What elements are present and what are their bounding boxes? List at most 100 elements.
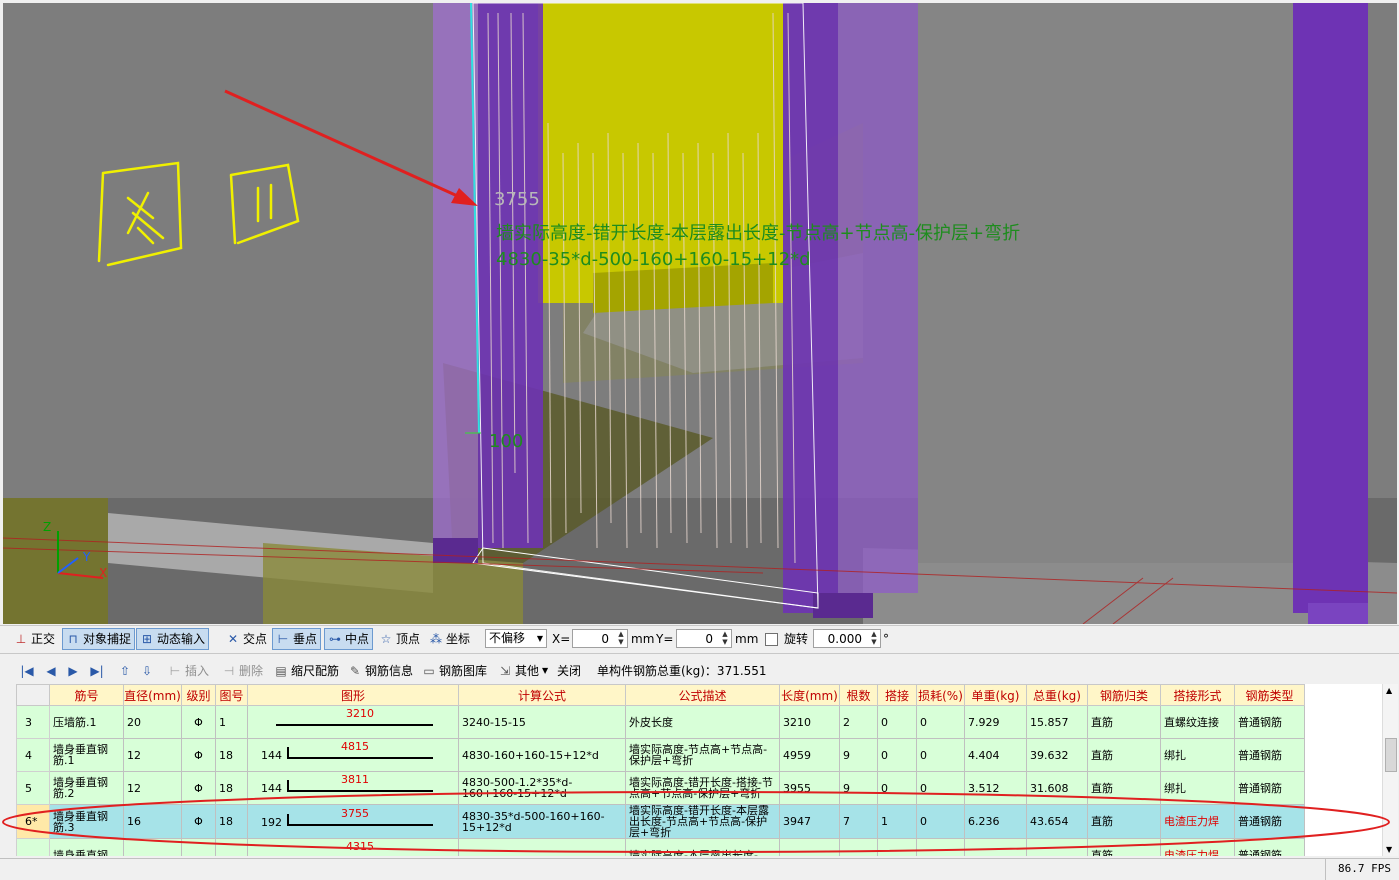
- column-header[interactable]: 直径(mm): [123, 684, 182, 706]
- column-header[interactable]: 钢筋归类: [1087, 684, 1161, 706]
- next-record-button[interactable]: ▶: [66, 661, 80, 681]
- shape-cell[interactable]: 3210: [247, 705, 459, 739]
- shape-length-value: 3210: [346, 707, 374, 720]
- midpoint-button[interactable]: ⊶ 中点: [324, 628, 374, 650]
- delete-button[interactable]: ⊣ 删除: [222, 661, 263, 681]
- coordinate-button[interactable]: ⁂ 坐标: [429, 629, 470, 649]
- rebar-grid-toolbar: |◀ ◀ ▶ ▶| ⇧ ⇩ ⊢ 插入 ⊣ 删除 ▤ 缩尺配筋 ✎ 钢筋信息 ▭ 钢筋图库 …: [0, 658, 1399, 684]
- rebar-type-cell[interactable]: 普通钢筋: [1234, 738, 1305, 772]
- column-header[interactable]: 搭接形式: [1160, 684, 1235, 706]
- rebar-library-button[interactable]: ▭ 钢筋图库: [422, 661, 487, 681]
- perpendicular-label: 垂点: [293, 632, 318, 646]
- ortho-button[interactable]: ⊥ 正交: [14, 629, 55, 649]
- count-cell[interactable]: 2: [839, 705, 878, 739]
- formula-description-cell[interactable]: 外皮长度: [625, 705, 780, 739]
- move-down-button[interactable]: ⇩: [140, 661, 154, 681]
- scale-rebar-button[interactable]: ▤ 缩尺配筋: [274, 661, 339, 681]
- count-cell[interactable]: 9: [839, 738, 878, 772]
- rebar-name-cell[interactable]: 压墙筋.1: [49, 705, 124, 739]
- lap-cell[interactable]: 0: [877, 705, 917, 739]
- lap-type-cell[interactable]: 直螺纹连接: [1160, 705, 1235, 739]
- figure-number-cell[interactable]: 18: [215, 738, 248, 772]
- unit-weight-cell[interactable]: 7.929: [964, 705, 1027, 739]
- column-header[interactable]: 损耗(%): [916, 684, 965, 706]
- close-label: 关闭: [557, 664, 582, 678]
- intersection-button[interactable]: ✕ 交点: [226, 629, 267, 649]
- scroll-up-icon[interactable]: ▲: [1386, 686, 1392, 695]
- shape-line: [287, 757, 433, 759]
- column-header[interactable]: 计算公式: [458, 684, 626, 706]
- loss-cell[interactable]: 0: [916, 705, 965, 739]
- figure-number-cell[interactable]: 1: [215, 705, 248, 739]
- column-header[interactable]: 筋号: [49, 684, 124, 706]
- rebar-name-cell[interactable]: 墙身垂直钢筋.1: [49, 738, 124, 772]
- offset-select[interactable]: 不偏移 ▼: [485, 629, 547, 648]
- table-row[interactable]: 3 压墙筋.1 20 Φ 1 3210 3240-15-15 外皮长度 3210 2 0 0 7.929…: [16, 705, 1305, 739]
- table-row[interactable]: 4 墙身垂直钢筋.1 12 Φ 18 144 4815 4830-160+160-15+12*…: [16, 738, 1305, 772]
- column-header[interactable]: 钢筋类型: [1234, 684, 1305, 706]
- scroll-thumb[interactable]: [1385, 738, 1397, 772]
- formula-cell[interactable]: 3240-15-15: [458, 705, 626, 739]
- x-coordinate-input[interactable]: 0 ▲ ▼: [572, 629, 628, 648]
- total-weight-cell[interactable]: 39.632: [1026, 738, 1088, 772]
- column-header[interactable]: 图形: [247, 684, 459, 706]
- rotate-angle-input[interactable]: 0.000 ▲ ▼: [813, 629, 881, 648]
- perpendicular-button[interactable]: ⊢ 垂点: [272, 628, 322, 650]
- column-header[interactable]: 公式描述: [625, 684, 780, 706]
- rebar-info-button[interactable]: ✎ 钢筋信息: [348, 661, 413, 681]
- formula-cell[interactable]: 4830-160+160-15+12*d: [458, 738, 626, 772]
- last-record-button[interactable]: ▶|: [90, 661, 104, 681]
- object-snap-button[interactable]: ⊓ 对象捕捉: [62, 628, 136, 650]
- diameter-cell[interactable]: 12: [123, 738, 182, 772]
- axis-y-label: Y: [83, 550, 91, 564]
- other-menu-button[interactable]: ⇲ 其他 ▼: [498, 661, 548, 681]
- lap-cell[interactable]: 0: [877, 738, 917, 772]
- length-cell[interactable]: 3210: [779, 705, 840, 739]
- grade-cell[interactable]: Φ: [181, 705, 216, 739]
- shape-length-value: 4815: [341, 740, 369, 753]
- rebar-library-label: 钢筋图库: [439, 664, 488, 678]
- move-up-button[interactable]: ⇧: [118, 661, 132, 681]
- column-header[interactable]: 根数: [839, 684, 878, 706]
- close-button[interactable]: 关闭: [557, 661, 581, 681]
- dynamic-input-label: 动态输入: [157, 632, 206, 646]
- dynamic-input-button[interactable]: ⊞ 动态输入: [136, 628, 210, 650]
- row-number-cell[interactable]: 4: [16, 738, 50, 772]
- prev-record-button[interactable]: ◀: [44, 661, 58, 681]
- vertex-button[interactable]: ☆ 顶点: [379, 629, 420, 649]
- row-number-cell[interactable]: 3: [16, 705, 50, 739]
- category-cell[interactable]: 直筋: [1087, 705, 1161, 739]
- column-header[interactable]: 长度(mm): [779, 684, 840, 706]
- shape-cell[interactable]: 144 4815: [247, 738, 459, 772]
- diameter-cell[interactable]: 20: [123, 705, 182, 739]
- total-weight-label: 单构件钢筋总重(kg)：371.551: [597, 664, 767, 678]
- offset-select-value: 不偏移: [489, 631, 526, 645]
- column-header[interactable]: 总重(kg): [1026, 684, 1088, 706]
- dimension-100-label: 100: [489, 431, 524, 452]
- unit-weight-cell[interactable]: 4.404: [964, 738, 1027, 772]
- y-spinner-icon[interactable]: ▲ ▼: [719, 630, 731, 647]
- rotate-spinner-icon[interactable]: ▲ ▼: [868, 630, 880, 647]
- grade-cell[interactable]: Φ: [181, 738, 216, 772]
- column-header[interactable]: 单重(kg): [964, 684, 1027, 706]
- category-cell[interactable]: 直筋: [1087, 738, 1161, 772]
- rotate-checkbox[interactable]: [765, 633, 778, 646]
- column-header[interactable]: 搭接: [877, 684, 917, 706]
- rebar-type-cell[interactable]: 普通钢筋: [1234, 705, 1305, 739]
- arrow-down-icon: ⇩: [141, 664, 153, 678]
- 3d-viewport[interactable]: 3755 墙实际高度-错开长度-本层露出长度-节点高+节点高-保护层+弯折 48…: [3, 3, 1397, 624]
- lap-type-cell[interactable]: 绑扎: [1160, 738, 1235, 772]
- insert-button[interactable]: ⊢ 插入: [168, 661, 209, 681]
- column-header[interactable]: 级别: [181, 684, 216, 706]
- loss-cell[interactable]: 0: [916, 738, 965, 772]
- other-icon: ⇲: [499, 664, 511, 678]
- column-header[interactable]: 图号: [215, 684, 248, 706]
- shape-length-value: 3811: [341, 773, 369, 786]
- length-cell[interactable]: 4959: [779, 738, 840, 772]
- first-record-button[interactable]: |◀: [20, 661, 34, 681]
- magnet-icon: ⊓: [68, 632, 78, 646]
- formula-description-cell[interactable]: 墙实际高度-节点高+节点高-保护层+弯折: [625, 738, 780, 772]
- y-coordinate-input[interactable]: 0 ▲ ▼: [676, 629, 732, 648]
- x-spinner-icon[interactable]: ▲ ▼: [615, 630, 627, 647]
- total-weight-cell[interactable]: 15.857: [1026, 705, 1088, 739]
